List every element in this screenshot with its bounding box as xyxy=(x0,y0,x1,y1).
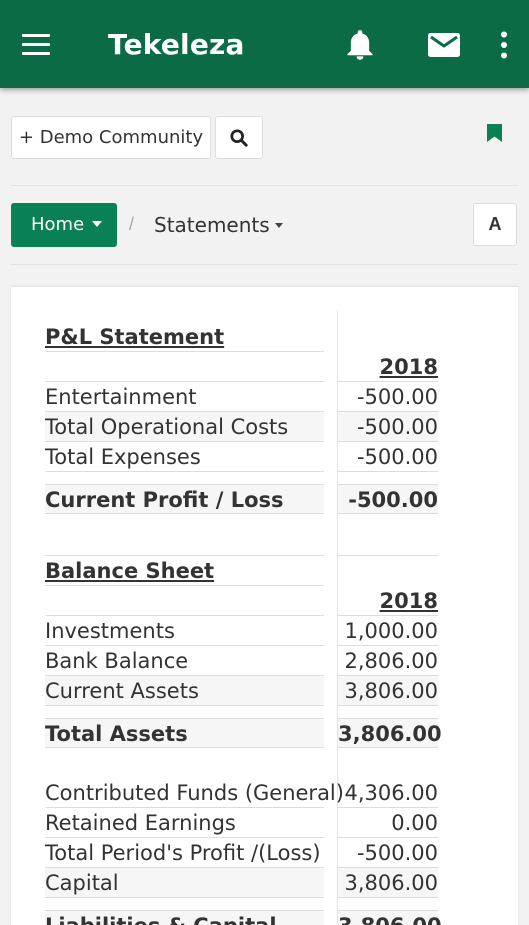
caret-down-icon xyxy=(92,220,103,227)
app-title: Tekeleza xyxy=(108,28,245,61)
search-icon xyxy=(230,129,248,147)
home-dropdown-button[interactable]: Home xyxy=(11,203,117,247)
divider xyxy=(11,264,518,265)
more-options-icon[interactable] xyxy=(498,31,510,59)
app-bar: Tekeleza xyxy=(0,0,529,88)
pl-year: 2018 xyxy=(338,352,438,382)
statements-label: Statements xyxy=(154,213,270,237)
mail-icon[interactable] xyxy=(428,33,460,57)
divider xyxy=(11,185,518,186)
breadcrumb-separator: / xyxy=(129,214,135,234)
bs-year: 2018 xyxy=(338,586,438,616)
community-button[interactable]: + Demo Community xyxy=(11,116,211,159)
caret-down-icon xyxy=(274,222,283,228)
bookmark-icon[interactable] xyxy=(487,124,502,142)
search-button[interactable] xyxy=(215,116,263,159)
bs-title: Balance Sheet xyxy=(45,556,324,586)
pl-title: P&L Statement xyxy=(45,322,324,352)
statements-dropdown[interactable]: Statements xyxy=(154,213,283,237)
home-label: Home xyxy=(31,214,85,235)
bell-icon[interactable] xyxy=(346,29,374,61)
menu-icon[interactable] xyxy=(22,34,50,56)
font-size-button[interactable]: A xyxy=(473,203,517,246)
